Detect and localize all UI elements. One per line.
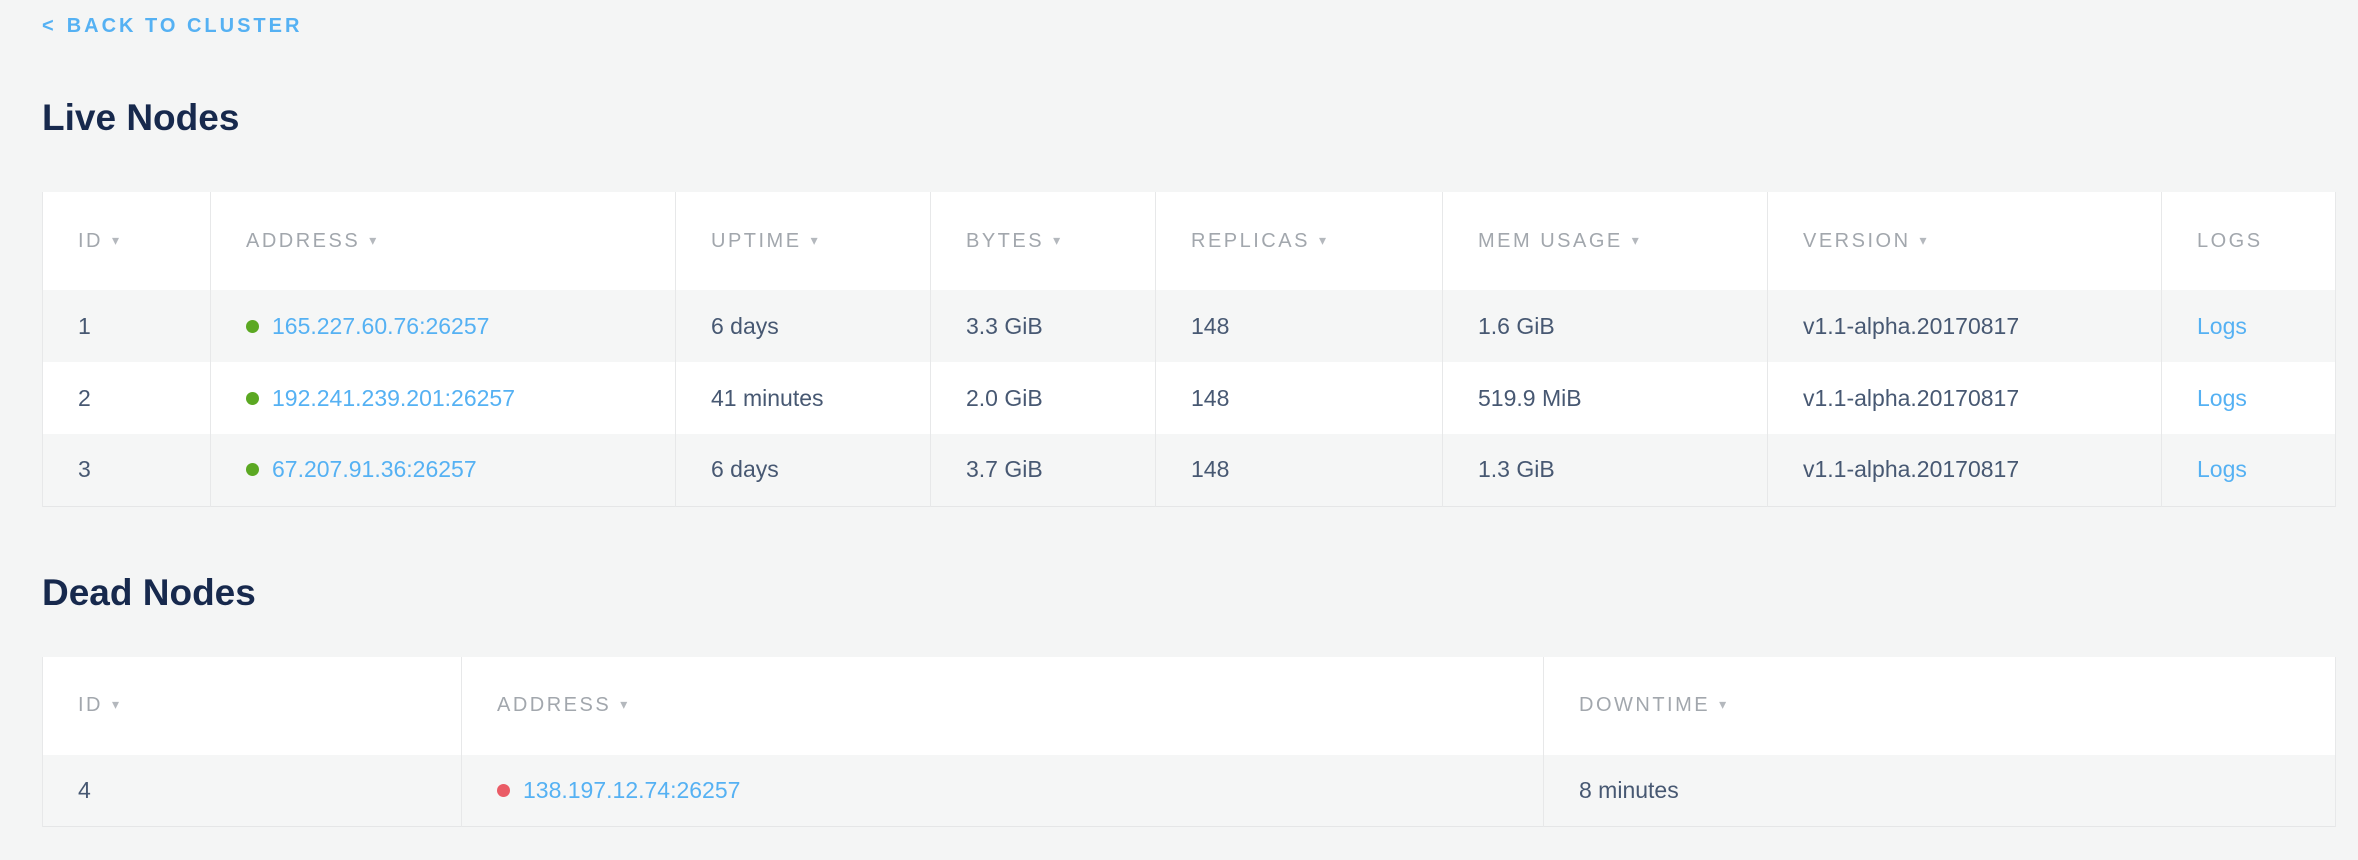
sort-arrow-icon: ▾ — [112, 232, 122, 248]
live-header-address[interactable]: ADDRESS▾ — [211, 192, 676, 290]
node-address-link[interactable]: 67.207.91.36:26257 — [272, 456, 477, 482]
sort-arrow-icon: ▾ — [112, 696, 122, 712]
sort-arrow-icon: ▾ — [369, 232, 379, 248]
node-address-cell: 138.197.12.74:26257 — [462, 755, 1544, 827]
table-row: 1 165.227.60.76:26257 6 days 3.3 GiB 148… — [43, 290, 2336, 362]
node-downtime-cell: 8 minutes — [1544, 755, 2336, 827]
live-header-mem-usage[interactable]: MEM USAGE▾ — [1443, 192, 1768, 290]
node-logs-cell: Logs — [2162, 290, 2336, 362]
node-version-cell: v1.1-alpha.20170817 — [1768, 290, 2162, 362]
live-header-id[interactable]: ID▾ — [43, 192, 211, 290]
back-to-cluster-link[interactable]: < BACK TO CLUSTER — [42, 14, 302, 38]
node-bytes-cell: 2.0 GiB — [931, 362, 1156, 434]
node-logs-cell: Logs — [2162, 434, 2336, 506]
node-uptime-cell: 6 days — [676, 434, 931, 506]
live-nodes-title: Live Nodes — [42, 96, 2335, 140]
sort-arrow-icon: ▾ — [1319, 232, 1329, 248]
live-header-replicas[interactable]: REPLICAS▾ — [1156, 192, 1443, 290]
node-mem-usage-cell: 519.9 MiB — [1443, 362, 1768, 434]
node-replicas-cell: 148 — [1156, 434, 1443, 506]
node-mem-usage-cell: 1.3 GiB — [1443, 434, 1768, 506]
node-bytes-cell: 3.3 GiB — [931, 290, 1156, 362]
node-address-link[interactable]: 192.241.239.201:26257 — [272, 385, 515, 411]
logs-link[interactable]: Logs — [2197, 313, 2247, 339]
sort-arrow-icon: ▾ — [811, 232, 821, 248]
sort-arrow-icon: ▾ — [1053, 232, 1063, 248]
node-id-cell: 4 — [43, 755, 462, 827]
back-to-cluster-label: BACK TO CLUSTER — [67, 15, 303, 37]
node-address-cell: 165.227.60.76:26257 — [211, 290, 676, 362]
live-status-dot-icon — [246, 392, 259, 405]
dead-nodes-header-row: ID▾ ADDRESS▾ DOWNTIME▾ — [43, 657, 2336, 755]
live-nodes-table: ID▾ ADDRESS▾ UPTIME▾ BYTES▾ REPLICAS▾ ME… — [42, 192, 2336, 507]
table-row: 4 138.197.12.74:26257 8 minutes — [43, 755, 2336, 827]
nodes-page: < BACK TO CLUSTER Live Nodes ID▾ ADDRESS▾… — [0, 0, 2358, 827]
dead-header-id[interactable]: ID▾ — [43, 657, 462, 755]
node-uptime-cell: 6 days — [676, 290, 931, 362]
logs-link[interactable]: Logs — [2197, 456, 2247, 482]
dead-nodes-table: ID▾ ADDRESS▾ DOWNTIME▾ 4 138.197.12.74:2… — [42, 657, 2336, 828]
node-replicas-cell: 148 — [1156, 290, 1443, 362]
node-address-link[interactable]: 138.197.12.74:26257 — [523, 777, 740, 803]
live-header-logs: LOGS — [2162, 192, 2336, 290]
node-replicas-cell: 148 — [1156, 362, 1443, 434]
dead-header-downtime[interactable]: DOWNTIME▾ — [1544, 657, 2336, 755]
node-address-cell: 192.241.239.201:26257 — [211, 362, 676, 434]
sort-arrow-icon: ▾ — [620, 696, 630, 712]
sort-arrow-icon: ▾ — [1920, 232, 1930, 248]
live-header-version[interactable]: VERSION▾ — [1768, 192, 2162, 290]
node-id-cell: 3 — [43, 434, 211, 506]
live-header-uptime[interactable]: UPTIME▾ — [676, 192, 931, 290]
logs-link[interactable]: Logs — [2197, 385, 2247, 411]
sort-arrow-icon: ▾ — [1719, 696, 1729, 712]
back-chevron-icon: < — [42, 15, 57, 37]
node-address-link[interactable]: 165.227.60.76:26257 — [272, 313, 489, 339]
live-nodes-header-row: ID▾ ADDRESS▾ UPTIME▾ BYTES▾ REPLICAS▾ ME… — [43, 192, 2336, 290]
node-logs-cell: Logs — [2162, 362, 2336, 434]
node-address-cell: 67.207.91.36:26257 — [211, 434, 676, 506]
node-version-cell: v1.1-alpha.20170817 — [1768, 362, 2162, 434]
dead-nodes-title: Dead Nodes — [42, 571, 2335, 615]
node-bytes-cell: 3.7 GiB — [931, 434, 1156, 506]
node-uptime-cell: 41 minutes — [676, 362, 931, 434]
node-id-cell: 1 — [43, 290, 211, 362]
node-mem-usage-cell: 1.6 GiB — [1443, 290, 1768, 362]
table-row: 3 67.207.91.36:26257 6 days 3.7 GiB 148 … — [43, 434, 2336, 506]
dead-status-dot-icon — [497, 784, 510, 797]
sort-arrow-icon: ▾ — [1632, 232, 1642, 248]
dead-header-address[interactable]: ADDRESS▾ — [462, 657, 1544, 755]
table-row: 2 192.241.239.201:26257 41 minutes 2.0 G… — [43, 362, 2336, 434]
live-header-bytes[interactable]: BYTES▾ — [931, 192, 1156, 290]
live-status-dot-icon — [246, 463, 259, 476]
live-status-dot-icon — [246, 320, 259, 333]
node-id-cell: 2 — [43, 362, 211, 434]
node-version-cell: v1.1-alpha.20170817 — [1768, 434, 2162, 506]
